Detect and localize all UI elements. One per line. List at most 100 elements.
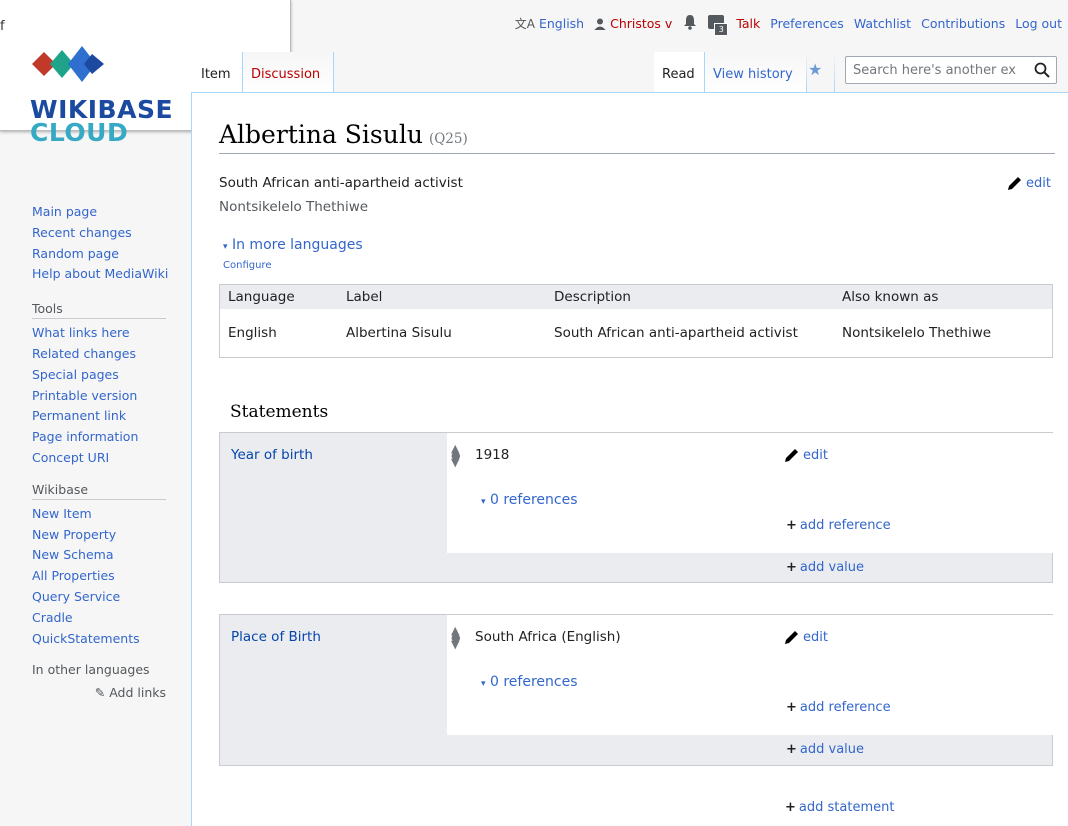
sidebar-item-all-properties[interactable]: All Properties [32,566,172,587]
chevron-down-icon: ▾ [223,242,228,252]
add-value-label: add value [799,742,865,757]
tab-read[interactable]: Read [654,52,704,92]
sidebar-tools: What links here Related changes Special … [32,323,172,469]
sidebar-item-query-service[interactable]: Query Service [32,587,172,608]
pencil-icon: ✎ [94,685,106,701]
sidebar-item-main-page[interactable]: Main page [32,202,172,223]
statement-value: South Africa (English) [475,629,621,645]
sidebar-item-concept-uri[interactable]: Concept URI [32,448,172,469]
sidebar-item-new-property[interactable]: New Property [32,525,172,546]
sidebar-item-recent-changes[interactable]: Recent changes [32,223,172,244]
more-languages-toggle[interactable]: ▾ In more languages [223,237,363,253]
user-link[interactable]: Christos v [594,16,672,31]
rank-selector-icon[interactable]: ▲ ● ▼ [451,625,461,650]
watch-star-icon[interactable]: ★ [808,60,822,79]
sidebar-wikibase: New Item New Property New Schema All Pro… [32,504,172,650]
plus-icon: + [786,518,797,533]
add-value-label: add value [799,560,865,575]
add-reference-button[interactable]: + add reference [786,700,891,715]
contributions-link[interactable]: Contributions [921,16,1005,31]
statement-values: ▲ ● ▼ 1918 edit ▾ 0 references + add refere… [447,433,1053,553]
statement-edit-button[interactable]: edit [784,447,828,463]
termbox-edit-button[interactable]: edit [1007,175,1051,191]
sidebar-item-printable-version[interactable]: Printable version [32,386,172,407]
page-qid: (Q25) [428,131,468,147]
sidebar-heading-wikibase: Wikibase [32,482,166,500]
plus-icon: + [786,742,797,757]
sidebar-item-new-item[interactable]: New Item [32,504,172,525]
column-header-description: Description [554,289,631,305]
sidebar-item-permanent-link[interactable]: Permanent link [32,406,172,427]
preferences-link[interactable]: Preferences [770,16,844,31]
translate-icon: 文A [514,17,535,31]
sidebar-item-quickstatements[interactable]: QuickStatements [32,629,172,650]
sidebar-item-new-schema[interactable]: New Schema [32,545,172,566]
tab-discussion-label: Discussion [251,67,321,82]
search-placeholder: Search here's another ex [853,62,1017,78]
statement-edit-button[interactable]: edit [784,629,828,645]
add-links-button[interactable]: ✎ Add links [32,683,166,703]
references-toggle[interactable]: ▾ 0 references [481,674,577,690]
rank-selector-icon[interactable]: ▲ ● ▼ [451,443,461,468]
add-reference-label: add reference [799,518,891,533]
sidebar: Main page Recent changes Random page Hel… [32,202,172,703]
statement-group: Place of Birth ▲ ● ▼ South Africa (English… [219,614,1053,766]
bell-icon[interactable] [682,14,698,33]
tab-item[interactable]: Item [192,52,242,92]
property-label[interactable]: Year of birth [231,447,313,463]
add-statement-button[interactable]: + add statement [785,800,894,815]
add-reference-label: add reference [799,700,891,715]
page-title: Albertina Sisulu (Q25) [219,120,1055,154]
references-toggle[interactable]: ▾ 0 references [481,492,577,508]
search-input[interactable]: Search here's another ex [845,56,1057,84]
item-alias: Nontsikelelo Thethiwe [219,199,369,215]
cell-aliases: Nontsikelelo Thethiwe [842,325,992,341]
add-value-button[interactable]: + add value [786,560,864,575]
watchlist-link[interactable]: Watchlist [854,16,911,31]
page-title-label: Albertina Sisulu [219,120,423,149]
statement-group: Year of birth ▲ ● ▼ 1918 edit ▾ 0 referenc… [219,432,1053,583]
sidebar-item-random-page[interactable]: Random page [32,244,172,265]
notices-icon[interactable]: 3 [708,14,729,36]
sidebar-item-special-pages[interactable]: Special pages [32,365,172,386]
configure-link[interactable]: Configure [223,260,271,271]
chevron-down-icon: ▾ [481,679,486,689]
termbox-edit-label: edit [1026,175,1051,191]
add-statement-label: add statement [798,800,895,815]
tab-item-label: Item [201,67,231,82]
cell-description: South African anti-apartheid activist [554,325,798,341]
language-selector[interactable]: 文A English [515,15,584,32]
chevron-down-icon: ▾ [481,497,486,507]
add-reference-button[interactable]: + add reference [786,518,891,533]
tab-separator [806,52,807,92]
content-area: Albertina Sisulu (Q25) South African anti… [191,92,1068,826]
statement-value: 1918 [475,447,510,463]
statement-values: ▲ ● ▼ South Africa (English) edit ▾ 0 refe… [447,615,1053,735]
sidebar-heading-languages: In other languages [32,662,150,678]
sidebar-item-what-links-here[interactable]: What links here [32,323,172,344]
site-logo[interactable]: WIKIBASE CLOUD [30,40,180,150]
search-icon[interactable] [1034,62,1050,78]
tab-view-history[interactable]: View history [704,52,806,92]
statement-edit-label: edit [803,629,828,645]
statements-heading: Statements [230,402,329,422]
add-value-button[interactable]: + add value [786,742,864,757]
sidebar-item-help[interactable]: Help about MediaWiki [32,264,172,285]
language-label: English [538,16,585,31]
property-label[interactable]: Place of Birth [231,629,321,645]
statement-edit-label: edit [803,447,828,463]
references-label: 0 references [489,492,578,508]
item-description: South African anti-apartheid activist [219,175,463,191]
logout-link[interactable]: Log out [1015,16,1062,31]
pencil-icon [1008,177,1021,190]
sidebar-item-page-information[interactable]: Page information [32,427,172,448]
plus-icon: + [785,800,796,815]
sidebar-item-related-changes[interactable]: Related changes [32,344,172,365]
talk-link[interactable]: Talk [736,16,760,31]
personal-tools: 文A English Christos v 3 Talk Preferences… [515,14,1062,36]
sidebar-item-cradle[interactable]: Cradle [32,608,172,629]
sidebar-heading-tools: Tools [32,301,166,320]
column-header-label: Label [346,289,383,305]
references-label: 0 references [489,674,578,690]
tab-discussion[interactable]: Discussion [242,52,334,92]
